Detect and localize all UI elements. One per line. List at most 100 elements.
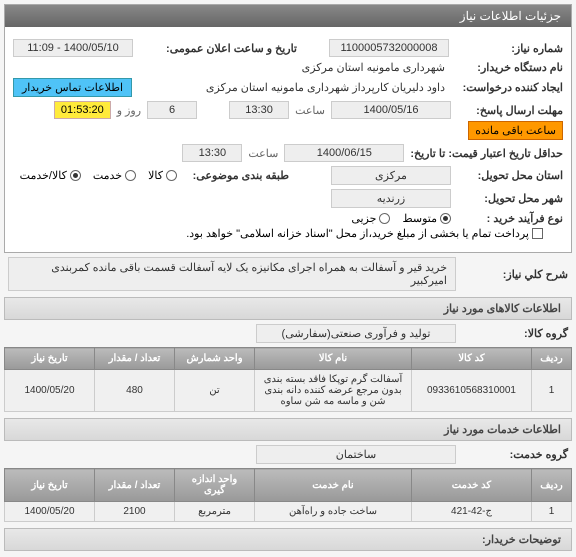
buyer-notes-title: توضیحات خریدار:: [4, 528, 572, 551]
city-value: زرندیه: [331, 189, 451, 208]
td-code: ج-42-421: [412, 502, 532, 522]
table-row[interactable]: 1 ج-42-421 ساخت جاده و راه‌آهن مترمربع 2…: [5, 502, 572, 522]
row-province: استان محل تحویل: مرکزی طبقه بندی موضوعی:…: [13, 166, 563, 185]
th-row: ردیف: [532, 348, 572, 370]
radio-goods-label: کالا: [148, 169, 163, 182]
validity-hour-label: ساعت: [244, 147, 282, 160]
province-label: استان محل تحویل:: [453, 169, 563, 182]
radio-minor[interactable]: جزیی: [351, 212, 390, 225]
radio-icon: [440, 213, 451, 224]
radio-both[interactable]: کالا/خدمت: [20, 169, 81, 182]
td-row: 1: [532, 502, 572, 522]
row-validity: حداقل تاریخ اعتبار قیمت: تا تاریخ: 1400/…: [13, 144, 563, 162]
radio-medium[interactable]: متوسط: [402, 212, 451, 225]
deadline-label: مهلت ارسال پاسخ:: [453, 104, 563, 117]
announce-value: 1400/05/10 - 11:09: [13, 39, 133, 57]
row-city: شهر محل تحویل: زرندیه: [13, 189, 563, 208]
th-date: تاریخ نیاز: [5, 469, 95, 502]
radio-goods[interactable]: کالا: [148, 169, 177, 182]
th-unit: واحد شمارش: [175, 348, 255, 370]
services-table: ردیف کد خدمت نام خدمت واحد اندازه گیری ت…: [4, 468, 572, 522]
radio-both-label: کالا/خدمت: [20, 169, 67, 182]
th-name: نام کالا: [255, 348, 412, 370]
panel-title: جزئیات اطلاعات نیاز: [5, 5, 571, 27]
td-unit: تن: [175, 370, 255, 412]
buy-process-radio-group: متوسط جزیی: [351, 212, 451, 225]
need-no-value: 1100005732000008: [329, 39, 449, 57]
validity-date: 1400/06/15: [284, 144, 404, 162]
radio-service-label: خدمت: [93, 169, 122, 182]
services-group-label: گروه خدمت:: [458, 448, 568, 461]
need-no-label: شماره نیاز:: [453, 42, 563, 55]
radio-medium-label: متوسط: [402, 212, 437, 225]
remaining-time: 01:53:20: [54, 101, 111, 119]
th-qty: تعداد / مقدار: [95, 348, 175, 370]
payment-note-text: پرداخت تمام یا بخشی از مبلغ خرید،از محل …: [186, 227, 529, 240]
need-title-text: خرید قیر و آسفالت به همراه اجرای مکانیزه…: [8, 257, 456, 291]
announce-label: تاریخ و ساعت اعلان عمومی:: [137, 42, 297, 55]
th-date: تاریخ نیاز: [5, 348, 95, 370]
td-name: آسفالت گرم توپکا فاقد بسته بندی بدون مرج…: [255, 370, 412, 412]
row-buy-process: نوع فرآیند خرید : متوسط جزیی پرداخت تمام…: [13, 212, 563, 240]
requester-label: ایجاد کننده درخواست:: [453, 81, 563, 94]
city-label: شهر محل تحویل:: [453, 192, 563, 205]
buyer-org-label: نام دستگاه خریدار:: [453, 61, 563, 74]
deadline-hour-label: ساعت: [291, 104, 329, 117]
row-need-no: شماره نیاز: 1100005732000008 تاریخ و ساع…: [13, 39, 563, 57]
td-qty: 2100: [95, 502, 175, 522]
goods-table: ردیف کد کالا نام کالا واحد شمارش تعداد /…: [4, 347, 572, 412]
td-name: ساخت جاده و راه‌آهن: [255, 502, 412, 522]
row-requester: ایجاد کننده درخواست: داود دلیریان کارپرد…: [13, 78, 563, 97]
goods-group-value: تولید و فرآوری صنعتی(سفارشی): [256, 324, 456, 343]
province-value: مرکزی: [331, 166, 451, 185]
td-date: 1400/05/20: [5, 502, 95, 522]
validity-label: حداقل تاریخ اعتبار قیمت: تا تاریخ:: [406, 147, 563, 160]
requester-text: داود دلیریان کارپرداز شهرداری مامونیه اس…: [200, 81, 451, 94]
th-code: کد کالا: [412, 348, 532, 370]
radio-service[interactable]: خدمت: [93, 169, 136, 182]
row-services-group: گروه خدمت: ساختمان: [8, 445, 568, 464]
panel-body: شماره نیاز: 1100005732000008 تاریخ و ساع…: [5, 27, 571, 252]
deadline-day-label: روز و: [113, 104, 145, 117]
th-row: ردیف: [532, 469, 572, 502]
radio-icon: [166, 170, 177, 181]
goods-header-row: ردیف کد کالا نام کالا واحد شمارش تعداد /…: [5, 348, 572, 370]
buyer-org-text: شهرداری مامونیه استان مرکزی: [296, 61, 451, 74]
table-row[interactable]: 1 0933610568310001 آسفالت گرم توپکا فاقد…: [5, 370, 572, 412]
goods-section-title: اطلاعات کالاهای مورد نیاز: [4, 297, 572, 320]
td-code: 0933610568310001: [412, 370, 532, 412]
th-code: کد خدمت: [412, 469, 532, 502]
td-unit: مترمربع: [175, 502, 255, 522]
row-response-deadline: مهلت ارسال پاسخ: 1400/05/16 ساعت 13:30 6…: [13, 101, 563, 140]
goods-group-label: گروه کالا:: [458, 327, 568, 340]
row-goods-group: گروه کالا: تولید و فرآوری صنعتی(سفارشی): [8, 324, 568, 343]
td-row: 1: [532, 370, 572, 412]
radio-icon: [70, 170, 81, 181]
row-need-title: شرح کلي نياز: خرید قیر و آسفالت به همراه…: [8, 257, 568, 291]
checkbox-icon: [532, 228, 543, 239]
payment-note-check[interactable]: پرداخت تمام یا بخشی از مبلغ خرید،از محل …: [186, 227, 543, 240]
deadline-day: 6: [147, 101, 197, 119]
buy-process-label: نوع فرآیند خرید :: [453, 212, 563, 225]
details-panel: جزئیات اطلاعات نیاز شماره نیاز: 11000057…: [4, 4, 572, 253]
buyer-contact-button[interactable]: اطلاعات تماس خریدار: [13, 78, 132, 97]
radio-icon: [125, 170, 136, 181]
td-date: 1400/05/20: [5, 370, 95, 412]
th-name: نام خدمت: [255, 469, 412, 502]
need-title-label: شرح کلي نياز:: [458, 268, 568, 281]
services-group-value: ساختمان: [256, 445, 456, 464]
td-qty: 480: [95, 370, 175, 412]
category-radio-group: کالا خدمت کالا/خدمت: [20, 169, 177, 182]
category-label: طبقه بندی موضوعی:: [179, 169, 289, 182]
th-qty: تعداد / مقدار: [95, 469, 175, 502]
radio-icon: [379, 213, 390, 224]
row-buyer-org: نام دستگاه خریدار: شهرداری مامونیه استان…: [13, 61, 563, 74]
services-header-row: ردیف کد خدمت نام خدمت واحد اندازه گیری ت…: [5, 469, 572, 502]
services-section-title: اطلاعات خدمات مورد نیاز: [4, 418, 572, 441]
validity-hour: 13:30: [182, 144, 242, 162]
radio-minor-label: جزیی: [351, 212, 376, 225]
th-unit: واحد اندازه گیری: [175, 469, 255, 502]
deadline-hour: 13:30: [229, 101, 289, 119]
remaining-label: ساعت باقی مانده: [468, 121, 563, 140]
deadline-date: 1400/05/16: [331, 101, 451, 119]
